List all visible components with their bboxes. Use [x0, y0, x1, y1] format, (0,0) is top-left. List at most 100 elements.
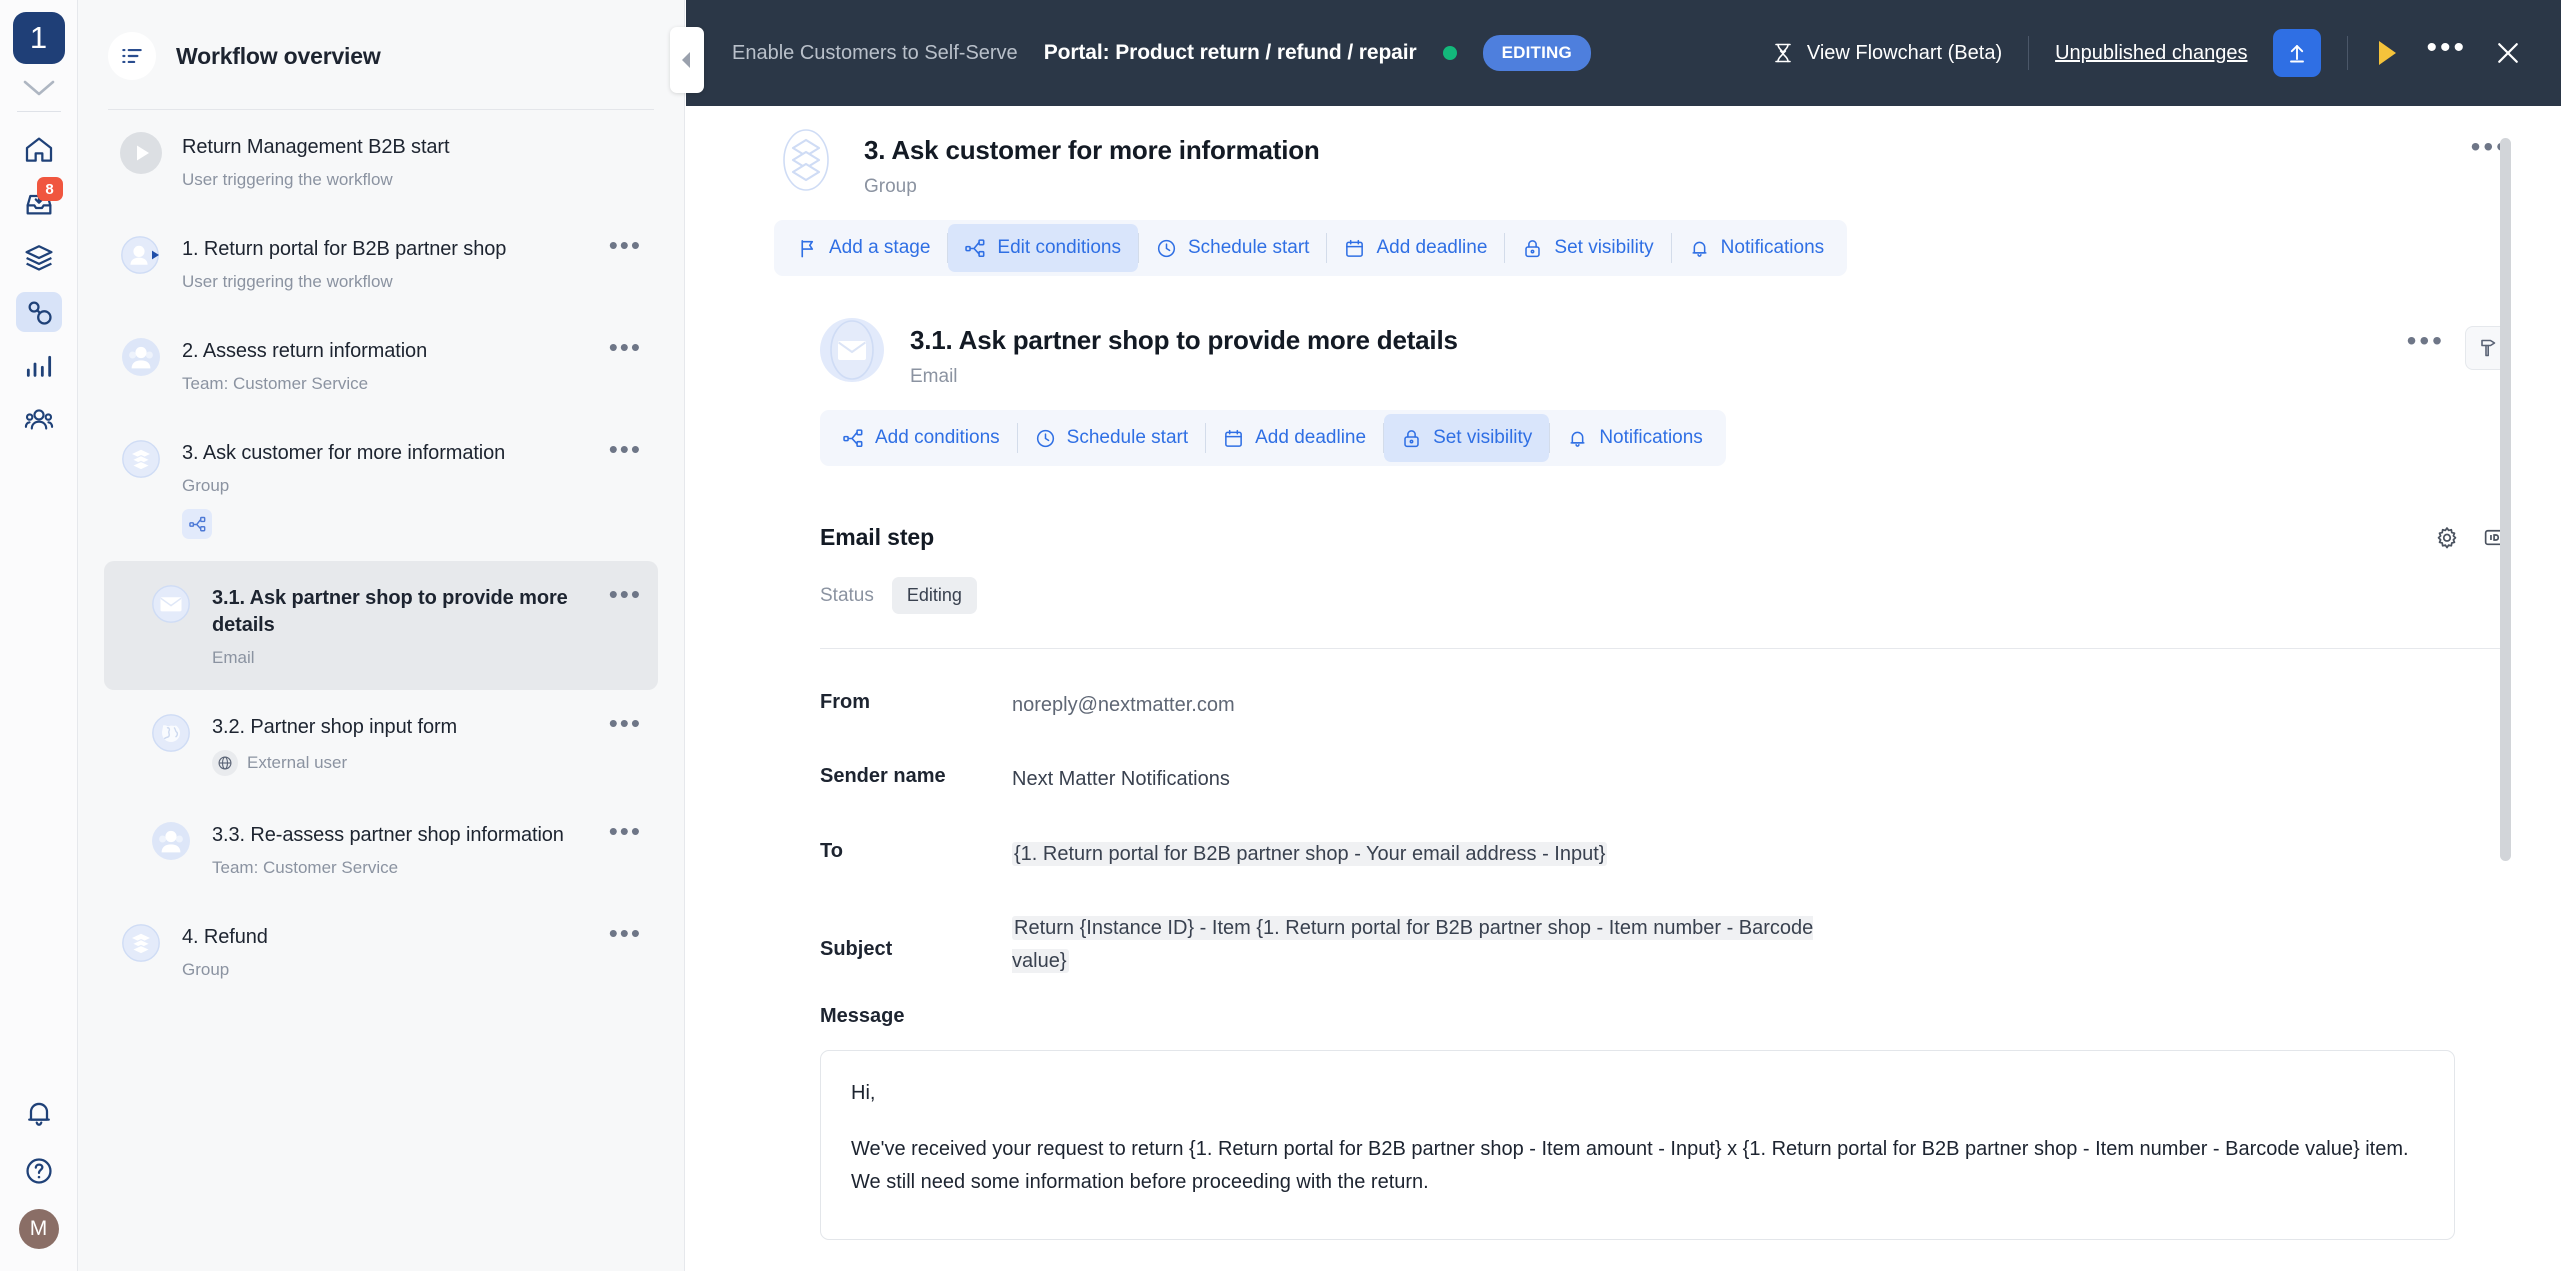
add-deadline-button[interactable]: Add deadline — [1327, 224, 1504, 272]
add-a-stage-button[interactable]: Add a stage — [780, 224, 947, 272]
list-item-body: 3. Ask customer for more information Gro… — [182, 438, 589, 539]
list-item-more-icon[interactable]: ••• — [609, 818, 642, 844]
list-item-more-icon[interactable]: ••• — [609, 334, 642, 360]
list-item-more-icon[interactable]: ••• — [609, 436, 642, 462]
list-item-title: 3.2. Partner shop input form — [212, 716, 458, 738]
notifications-button[interactable]: Notifications — [1672, 224, 1842, 272]
step-set-visibility-button[interactable]: Set visibility — [1384, 414, 1550, 462]
workspace-logo[interactable]: 1 — [12, 12, 65, 64]
globe-icon — [150, 712, 192, 754]
sidebar-item-integrations[interactable] — [15, 292, 62, 332]
set-visibility-button[interactable]: Set visibility — [1505, 224, 1670, 272]
view-flowchart-label: View Flowchart (Beta) — [1806, 41, 2003, 64]
step-schedule-start-label: Schedule start — [1066, 427, 1189, 448]
list-item-title: 4. Refund — [182, 926, 268, 948]
chevron-down-icon[interactable] — [19, 75, 59, 101]
list-item-title: 1. Return portal for B2B partner shop — [182, 238, 507, 260]
collapse-panel-button[interactable] — [670, 27, 704, 93]
sidebar-item-teams[interactable] — [16, 400, 62, 440]
vertical-scrollbar[interactable] — [2500, 138, 2511, 861]
list-item-body: 3.1. Ask partner shop to provide more de… — [212, 583, 589, 668]
field-subject[interactable]: Subject Return {Instance ID} - Item {1. … — [820, 912, 2455, 977]
list-item-body: 1. Return portal for B2B partner shop Us… — [182, 234, 589, 292]
list-item-more-icon[interactable]: ••• — [609, 232, 642, 258]
sidebar-item-workflows[interactable] — [16, 238, 62, 278]
list-item[interactable]: 1. Return portal for B2B partner shop Us… — [104, 212, 658, 314]
field-label: Subject — [820, 938, 893, 961]
step-subtitle: Email — [910, 366, 958, 387]
field-from[interactable]: From noreply@nextmatter.com — [820, 689, 2455, 721]
email-fields: From noreply@nextmatter.com Sender name … — [820, 689, 2455, 977]
list-item-more-icon[interactable]: ••• — [609, 920, 642, 946]
list-item[interactable]: 3.3. Re-assess partner shop information … — [104, 798, 658, 900]
field-value: {1. Return portal for B2B partner shop -… — [1012, 838, 1608, 870]
play-circle-icon — [120, 132, 162, 174]
list-item[interactable]: 3. Ask customer for more information Gro… — [104, 416, 658, 561]
step-schedule-start-button[interactable]: Schedule start — [1018, 414, 1205, 462]
sidebar-item-inbox[interactable]: 8 — [16, 177, 63, 224]
run-workflow-button[interactable] — [2374, 38, 2400, 68]
sidebar-item-analytics[interactable] — [16, 346, 62, 386]
help-icon[interactable] — [16, 1151, 62, 1191]
message-label: Message — [820, 1004, 905, 1027]
list-item-body: 4. Refund Group — [182, 922, 589, 980]
step-notifications-button[interactable]: Notifications — [1550, 414, 1720, 462]
field-value: Next Matter Notifications — [1012, 768, 1230, 791]
close-icon[interactable] — [2493, 38, 2523, 68]
topbar-separator — [2347, 36, 2349, 70]
bell-icon — [1689, 238, 1710, 259]
email-step-section: Email step Status Editing — [820, 524, 2509, 649]
user-play-icon — [120, 234, 162, 276]
page-title: Workflow overview — [176, 42, 381, 69]
breadcrumb[interactable]: Enable Customers to Self-Serve — [732, 42, 1018, 65]
field-sender-name[interactable]: Sender name Next Matter Notifications — [820, 763, 2455, 795]
status-row: Status Editing — [820, 577, 2509, 614]
message-textarea[interactable]: Hi, We've received your request to retur… — [820, 1049, 2455, 1240]
group-header: 3. Ask customer for more information Gro… — [774, 106, 2509, 198]
step-more-icon[interactable]: ••• — [2407, 326, 2445, 355]
flowchart-icon — [1771, 41, 1795, 65]
list-item[interactable]: 2. Assess return information Team: Custo… — [104, 314, 658, 416]
group-layers-icon — [120, 438, 162, 480]
view-flowchart-button[interactable]: View Flowchart (Beta) — [1771, 41, 2002, 65]
avatar[interactable]: M — [18, 1209, 59, 1249]
conditions-icon[interactable] — [182, 509, 212, 539]
gear-icon[interactable] — [2434, 525, 2460, 551]
list-item-more-icon[interactable]: ••• — [609, 581, 642, 607]
clock-icon — [1035, 428, 1056, 449]
team-icon — [120, 336, 162, 378]
step-header-text: 3.1. Ask partner shop to provide more de… — [910, 318, 1458, 388]
add-deadline-label: Add deadline — [1376, 237, 1488, 258]
more-horizontal-icon[interactable]: ••• — [2426, 33, 2467, 64]
lock-icon — [1401, 428, 1422, 449]
sidebar-item-home[interactable] — [16, 130, 62, 170]
list-item-subtitle-row: External user — [212, 750, 589, 776]
calendar-icon — [1344, 238, 1365, 259]
add-conditions-button[interactable]: Add conditions — [826, 414, 1017, 462]
list-item[interactable]: 3.2. Partner shop input form External us… — [104, 690, 658, 798]
list-item-more-icon[interactable]: ••• — [609, 710, 642, 736]
edit-conditions-label: Edit conditions — [997, 237, 1121, 258]
list-item-subtitle: User triggering the workflow — [182, 272, 393, 291]
field-label: Sender name — [820, 765, 946, 788]
notifications-label: Notifications — [1720, 237, 1825, 258]
workflow-overview-header[interactable]: Workflow overview — [78, 0, 684, 80]
list-icon — [108, 32, 156, 80]
list-item-subtitle: Team: Customer Service — [182, 374, 369, 393]
list-item[interactable]: Return Management B2B start User trigger… — [104, 110, 658, 212]
unpublished-changes-link[interactable]: Unpublished changes — [2055, 42, 2247, 65]
step-add-deadline-button[interactable]: Add deadline — [1206, 414, 1383, 462]
publish-upload-button[interactable] — [2273, 29, 2322, 77]
schedule-start-button[interactable]: Schedule start — [1139, 224, 1326, 272]
topbar-separator — [2028, 36, 2030, 70]
schedule-start-label: Schedule start — [1188, 237, 1310, 258]
list-item-subtitle: Team: Customer Service — [212, 858, 399, 877]
field-value: noreply@nextmatter.com — [1012, 694, 1235, 716]
notifications-bell-icon[interactable] — [16, 1093, 62, 1133]
sidebar-item-step-3-1[interactable]: 3.1. Ask partner shop to provide more de… — [104, 561, 658, 690]
edit-conditions-button[interactable]: Edit conditions — [948, 224, 1138, 272]
list-item-subtitle: Group — [182, 960, 230, 979]
left-icon-rail: 1 8 M — [0, 0, 78, 1271]
list-item[interactable]: 4. Refund Group ••• — [104, 900, 658, 1002]
field-to[interactable]: To {1. Return portal for B2B partner sho… — [820, 838, 2455, 870]
